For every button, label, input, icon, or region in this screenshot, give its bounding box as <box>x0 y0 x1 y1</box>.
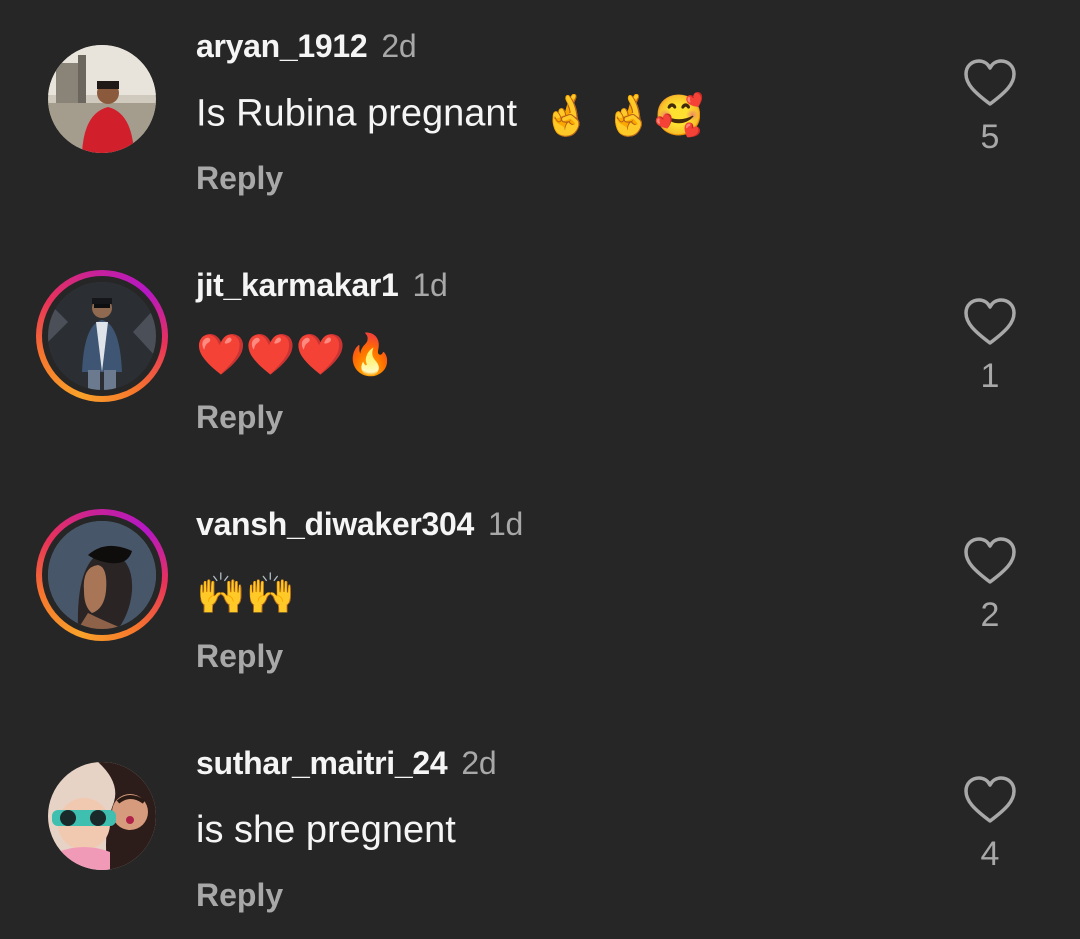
comment-item: jit_karmakar1 1d ❤️❤️❤️🔥 Reply 1 <box>0 239 1080 439</box>
heart-outline-icon[interactable] <box>962 295 1018 351</box>
comment-header: suthar_maitri_24 2d <box>196 745 497 782</box>
timestamp: 2d <box>381 28 417 64</box>
heart-outline-icon[interactable] <box>962 534 1018 590</box>
timestamp: 1d <box>488 506 524 542</box>
comment-item: suthar_maitri_24 2d is she pregnent Reply… <box>0 717 1080 917</box>
avatar <box>48 282 156 390</box>
username-link[interactable]: aryan_1912 <box>196 28 368 64</box>
comment-emojis: ❤️❤️❤️🔥 <box>196 332 396 378</box>
comment-item: vansh_diwaker304 1d 🙌🙌 Reply 2 <box>0 478 1080 678</box>
avatar-story-ring[interactable] <box>36 509 168 641</box>
comment-header: aryan_1912 2d <box>196 28 417 65</box>
avatar-photo <box>48 282 156 390</box>
comment-body: is she pregnent <box>196 809 456 851</box>
comments-list: aryan_1912 2d Is Rubina pregnant 🤞 🤞🥰 Rep… <box>0 0 1080 939</box>
comment-text: Is Rubina pregnant 🤞 🤞🥰 <box>196 92 704 139</box>
like-count: 4 <box>980 835 1000 873</box>
reply-button[interactable]: Reply <box>196 877 283 914</box>
timestamp: 2d <box>461 745 497 781</box>
like-count: 5 <box>980 118 1000 156</box>
avatar-story-ring[interactable] <box>36 270 168 402</box>
like-count: 2 <box>980 596 1000 634</box>
comment-text: ❤️❤️❤️🔥 <box>196 331 395 378</box>
avatar[interactable] <box>48 45 156 153</box>
comment-text: 🙌🙌 <box>196 570 296 617</box>
reply-button[interactable]: Reply <box>196 638 283 675</box>
username-link[interactable]: vansh_diwaker304 <box>196 506 474 542</box>
comment-emojis: 🙌🙌 <box>196 571 296 617</box>
avatar-photo <box>48 762 156 870</box>
heart-outline-icon[interactable] <box>962 56 1018 112</box>
avatar <box>48 521 156 629</box>
username-link[interactable]: jit_karmakar1 <box>196 267 399 303</box>
heart-outline-icon[interactable] <box>962 773 1018 829</box>
reply-button[interactable]: Reply <box>196 160 283 197</box>
like-count: 1 <box>980 357 1000 395</box>
avatar[interactable] <box>48 762 156 870</box>
comment-header: vansh_diwaker304 1d <box>196 506 523 543</box>
avatar-photo <box>48 521 156 629</box>
comment-body: Is Rubina pregnant <box>196 92 518 135</box>
timestamp: 1d <box>412 267 448 303</box>
comment-header: jit_karmakar1 1d <box>196 267 448 304</box>
comment-text: is she pregnent <box>196 809 456 852</box>
username-link[interactable]: suthar_maitri_24 <box>196 745 448 781</box>
reply-button[interactable]: Reply <box>196 399 283 436</box>
comment-item: aryan_1912 2d Is Rubina pregnant 🤞 🤞🥰 Rep… <box>0 0 1080 200</box>
avatar-photo <box>48 45 156 153</box>
comment-emojis: 🤞 🤞🥰 <box>541 93 704 139</box>
